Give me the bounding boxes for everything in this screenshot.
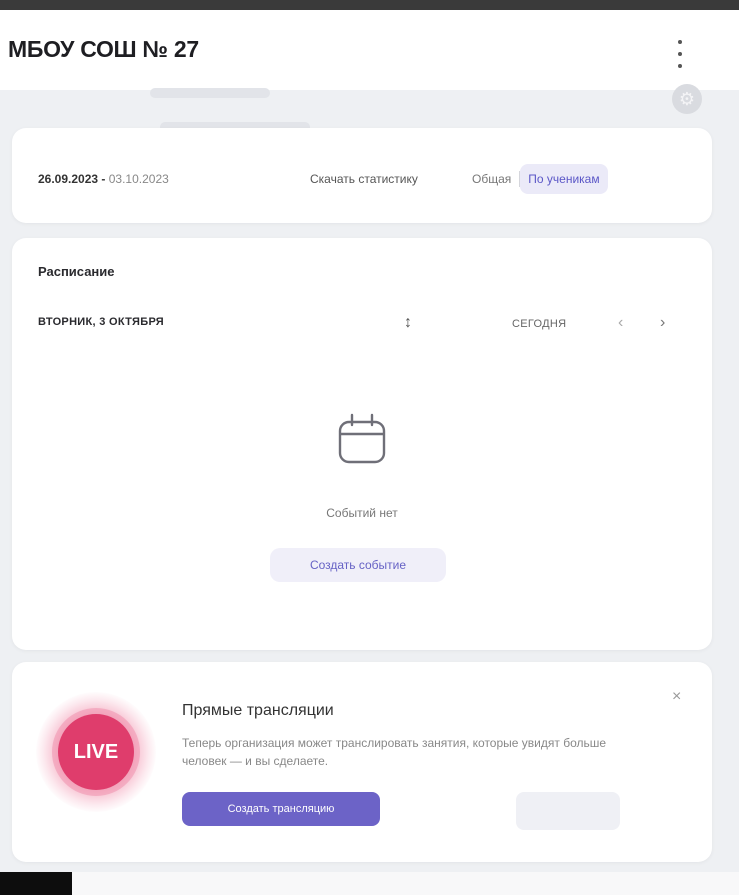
window-top-border xyxy=(0,0,739,10)
secondary-dismiss-button[interactable] xyxy=(516,792,620,830)
date-range-start: 26.09.2023 xyxy=(38,172,99,186)
create-broadcast-button[interactable]: Создать трансляцию xyxy=(182,792,380,826)
calendar-icon xyxy=(338,413,386,464)
app-screen: МБОУ СОШ № 27 ⚙ 26.09.2023 - 03.10.2023 … xyxy=(0,0,739,895)
background-placeholder-line xyxy=(150,88,270,98)
segment-by-students[interactable]: По ученикам xyxy=(520,164,608,194)
schedule-day-label: ВТОРНИК, 3 ОКТЯБРЯ xyxy=(38,316,165,328)
date-range[interactable]: 26.09.2023 - 03.10.2023 xyxy=(38,172,169,186)
segment-general[interactable]: Общая xyxy=(464,164,519,194)
kebab-menu-icon[interactable] xyxy=(672,40,688,68)
download-statistics-button[interactable]: Скачать статистику xyxy=(310,172,418,186)
live-badge: LIVE xyxy=(58,714,134,790)
schedule-title: Расписание xyxy=(38,264,115,279)
statistics-card: 26.09.2023 - 03.10.2023 Скачать статисти… xyxy=(12,128,712,223)
live-promo-card: LIVE Прямые трансляции Теперь организаци… xyxy=(12,662,712,862)
create-event-button[interactable]: Создать событие xyxy=(270,548,446,582)
live-promo-title: Прямые трансляции xyxy=(182,702,334,719)
live-promo-description: Теперь организация может транслировать з… xyxy=(182,736,607,768)
previous-day-button[interactable]: ‹ xyxy=(618,314,623,332)
app-header: МБОУ СОШ № 27 xyxy=(0,10,739,90)
close-icon[interactable]: × xyxy=(672,688,681,706)
today-button[interactable]: СЕГОДНЯ xyxy=(512,318,566,330)
sort-arrows-icon[interactable]: ↕ xyxy=(404,314,412,332)
date-range-end: 03.10.2023 xyxy=(108,172,169,186)
statistics-segment-control: Общая По ученикам xyxy=(464,164,608,194)
gear-icon[interactable]: ⚙ xyxy=(672,84,702,114)
bottom-bar xyxy=(72,872,739,895)
date-range-separator: - xyxy=(98,172,109,186)
next-day-button[interactable]: › xyxy=(660,314,665,332)
page-title: МБОУ СОШ № 27 xyxy=(8,36,199,62)
schedule-card: Расписание ВТОРНИК, 3 ОКТЯБРЯ ↕ СЕГОДНЯ … xyxy=(12,238,712,650)
empty-state-text: Событий нет xyxy=(326,506,398,520)
bottom-black-block xyxy=(0,872,72,895)
